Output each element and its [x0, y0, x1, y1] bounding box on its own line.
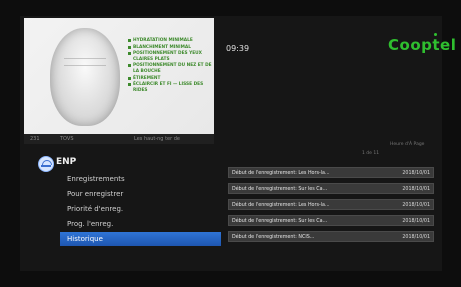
menu-item-to-record[interactable]: Pour enregistrer — [60, 187, 220, 201]
history-row-date: 2018/10/01 — [402, 171, 430, 176]
bullet-icon — [128, 83, 131, 87]
history-row-date: 2018/10/01 — [402, 203, 430, 208]
brand-logo: Cooptel — [388, 36, 457, 54]
preview-list-item: Hydratation minimale — [128, 38, 212, 44]
preview-list-item: Éclaircir et fi — lisse des rides — [128, 82, 212, 93]
history-row-date: 2018/10/01 — [402, 219, 430, 224]
bullet-icon — [128, 52, 131, 56]
hint-text: Heure d'À Page — [390, 142, 425, 147]
menu-item-history[interactable]: Historique — [60, 232, 221, 246]
history-row-text: Début de l'enregistrement: Les Hors-la..… — [232, 203, 330, 208]
program-title: Les haut-ng ter de — [134, 136, 180, 142]
channel-code: TOVS — [60, 136, 74, 142]
history-row-date: 2018/10/01 — [402, 187, 430, 192]
history-row-text: Début de l'enregistrement: Sur les Ca... — [232, 219, 328, 224]
preview-info-strip: 231 TOVS Les haut-ng ter de — [24, 134, 214, 144]
menu-item-recording-priority[interactable]: Priorité d'enreg. — [60, 202, 220, 216]
face-image — [50, 28, 120, 126]
preview-video: Hydratation minimale Blanchiment minimal… — [24, 18, 214, 134]
clock: 09:39 — [226, 44, 250, 53]
preview-text-list: Hydratation minimale Blanchiment minimal… — [128, 38, 212, 94]
menu-item-schedule-recording[interactable]: Prog. l'enreg. — [60, 217, 220, 231]
history-row[interactable]: Début de l'enregistrement: NCIS... 2018/… — [228, 231, 434, 242]
history-row-date: 2018/10/01 — [402, 235, 430, 240]
bullet-icon — [128, 76, 131, 80]
bullet-icon — [128, 64, 131, 68]
menu-item-recordings[interactable]: Enregistrements — [60, 172, 220, 186]
bullet-icon — [128, 39, 131, 42]
page-indicator: 1 de 11 — [362, 151, 380, 156]
history-row[interactable]: Début de l'enregistrement: Sur les Ca...… — [228, 215, 434, 226]
preview-list-item: Positionnement du nez et de la bouche — [128, 63, 212, 74]
history-row[interactable]: Début de l'enregistrement: Les Hors-la..… — [228, 199, 434, 210]
menu-title: ENP — [56, 157, 77, 167]
logo-dot-icon — [434, 33, 437, 36]
epg-icon — [38, 156, 54, 172]
history-row[interactable]: Début de l'enregistrement: Sur les Ca...… — [228, 183, 434, 194]
history-row-text: Début de l'enregistrement: Sur les Ca... — [232, 187, 328, 192]
history-row[interactable]: Début de l'enregistrement: Les Hors-la..… — [228, 167, 434, 178]
bullet-icon — [128, 45, 131, 49]
epg-menu: Enregistrements Pour enregistrer Priorit… — [60, 172, 221, 247]
history-row-text: Début de l'enregistrement: Les Hors-la..… — [232, 171, 330, 176]
preview-list-item: Positionnement des yeux claires plats — [128, 51, 212, 62]
history-row-text: Début de l'enregistrement: NCIS... — [232, 235, 315, 240]
preview-list-item: Étirement — [128, 76, 212, 82]
history-list: Début de l'enregistrement: Les Hors-la..… — [228, 167, 434, 247]
preview-list-item: Blanchiment minimal — [128, 45, 212, 51]
channel-number: 231 — [30, 136, 40, 142]
